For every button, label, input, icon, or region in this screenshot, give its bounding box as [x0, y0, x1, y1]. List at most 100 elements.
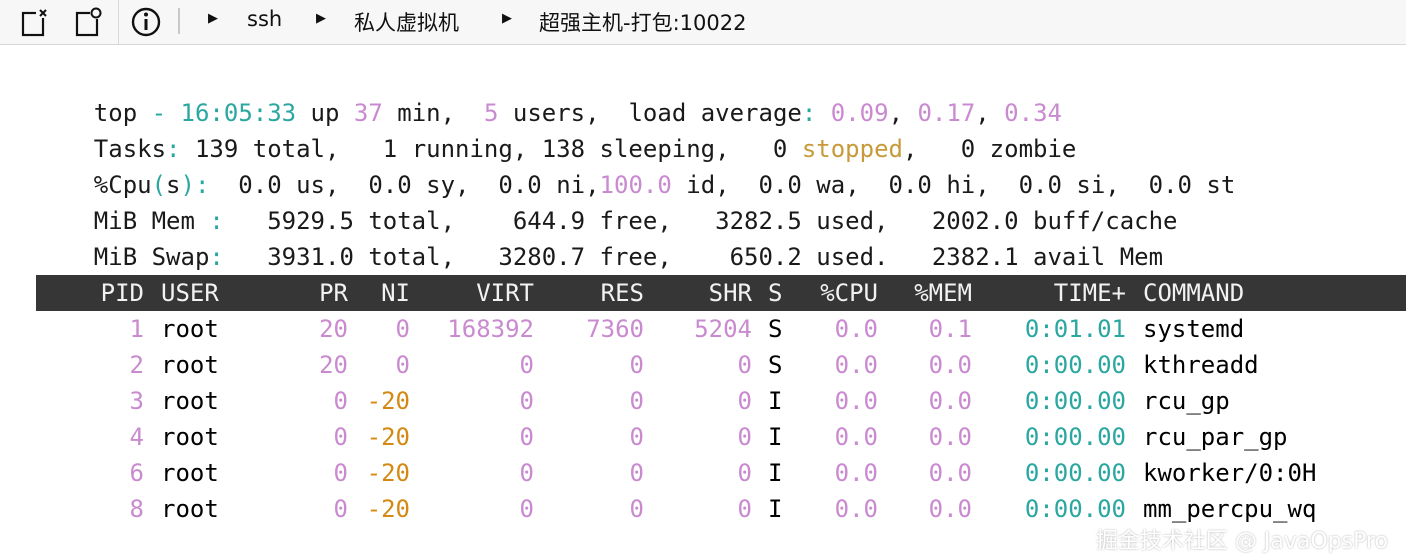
- cell-virt: 0: [519, 351, 534, 379]
- edit-close-icon: [21, 8, 48, 37]
- cell-mem: 0.0: [928, 351, 972, 379]
- table-row[interactable]: 2 root 20 0 0 0 0 S 0.0 0.0 0:00.00 kthreadd: [0, 347, 1406, 383]
- cell-cpu: 0.0: [834, 387, 878, 415]
- cell-cpu: 0.0: [834, 423, 878, 451]
- new-session-button[interactable]: [70, 4, 106, 40]
- cell-cpu: 0.0: [834, 315, 878, 343]
- cell-shr: 0: [737, 351, 752, 379]
- swap-line: MiB Swap: 3931.0 total, 3280.7 free, 650…: [36, 203, 1163, 271]
- cell-res: 0: [629, 351, 644, 379]
- cell-ni: -20: [366, 459, 410, 487]
- cell-user: root: [161, 387, 219, 415]
- header-pr[interactable]: PR: [286, 275, 348, 311]
- cell-cpu: 0.0: [834, 351, 878, 379]
- header-cpu[interactable]: %CPU: [784, 275, 878, 311]
- cell-pid: 4: [129, 423, 144, 451]
- close-session-button[interactable]: [16, 4, 52, 40]
- cell-pr: 20: [319, 315, 348, 343]
- cell-pid: 6: [129, 459, 144, 487]
- cell-ni: -20: [366, 387, 410, 415]
- table-row[interactable]: 1 root 20 0 168392 7360 5204 S 0.0 0.1 0:01.01 syst…: [0, 311, 1406, 347]
- cell-shr: 0: [737, 495, 752, 523]
- cell-pr: 0: [333, 387, 348, 415]
- play-arrow-icon: ▶: [208, 11, 218, 26]
- cell-ni: 0: [395, 315, 410, 343]
- cell-res: 0: [629, 459, 644, 487]
- cell-pr: 0: [333, 423, 348, 451]
- header-pid[interactable]: PID: [36, 275, 144, 311]
- cell-res: 7360: [586, 315, 644, 343]
- table-row[interactable]: 4 root 0 -20 0 0 0 I 0.0 0.0 0:00.00 rcu_par_gp: [0, 419, 1406, 455]
- cell-shr: 0: [737, 459, 752, 487]
- process-table-header: PID USER PR NI VIRT RES SHR S %CPU %MEM …: [36, 275, 1406, 311]
- play-arrow-icon: ▶: [316, 11, 326, 26]
- colon: :: [209, 243, 224, 271]
- cell-mem: 0.0: [928, 423, 972, 451]
- breadcrumb-item-vm[interactable]: 私人虚拟机: [354, 7, 459, 37]
- header-ni[interactable]: NI: [348, 275, 410, 311]
- cell-mem: 0.1: [928, 315, 972, 343]
- cell-ni: 0: [395, 351, 410, 379]
- table-row[interactable]: 6 root 0 -20 0 0 0 I 0.0 0.0 0:00.00 kworker/0:0H: [0, 455, 1406, 491]
- cell-command: rcu_par_gp: [1143, 423, 1288, 451]
- cell-command: mm_percpu_wq: [1143, 495, 1317, 523]
- header-virt[interactable]: VIRT: [410, 275, 534, 311]
- breadcrumb-item-host[interactable]: 超强主机-打包:10022: [539, 7, 746, 37]
- tasks-line: Tasks: 139 total, 1 running, 138 sleepin…: [36, 95, 1077, 163]
- cell-command: kworker/0:0H: [1143, 459, 1317, 487]
- cell-virt: 0: [519, 387, 534, 415]
- cell-cpu: 0.0: [834, 459, 878, 487]
- cell-pid: 2: [129, 351, 144, 379]
- header-shr[interactable]: SHR: [644, 275, 752, 311]
- new-tab-icon: [75, 7, 103, 37]
- cell-virt: 0: [519, 459, 534, 487]
- cell-cpu: 0.0: [834, 495, 878, 523]
- cell-mem: 0.0: [928, 459, 972, 487]
- table-row[interactable]: 8 root 0 -20 0 0 0 I 0.0 0.0 0:00.00 mm_percpu_wq: [0, 491, 1406, 527]
- cell-virt: 0: [519, 495, 534, 523]
- cell-user: root: [161, 459, 219, 487]
- cell-shr: 0: [737, 387, 752, 415]
- header-time[interactable]: TIME+: [972, 275, 1126, 311]
- cell-time: 0:00.00: [1024, 423, 1126, 451]
- cell-time: 0:00.00: [1024, 459, 1126, 487]
- cell-mem: 0.0: [928, 495, 972, 523]
- cell-shr: 0: [737, 423, 752, 451]
- cell-user: root: [161, 351, 219, 379]
- cell-pid: 8: [129, 495, 144, 523]
- cell-res: 0: [629, 423, 644, 451]
- cell-command: rcu_gp: [1143, 387, 1230, 415]
- cell-ni: -20: [366, 495, 410, 523]
- toolbar-left-group: [0, 0, 119, 44]
- header-command[interactable]: COMMAND: [1143, 275, 1244, 311]
- cpu-line: %Cpu(s): 0.0 us, 0.0 sy, 0.0 ni,100.0 id…: [36, 131, 1236, 199]
- toolbar-divider: [178, 8, 180, 34]
- cell-pid: 3: [129, 387, 144, 415]
- cell-mem: 0.0: [928, 387, 972, 415]
- table-row[interactable]: 3 root 0 -20 0 0 0 I 0.0 0.0 0:00.00 rcu_gp: [0, 383, 1406, 419]
- cell-command: systemd: [1143, 315, 1245, 343]
- header-user[interactable]: USER: [161, 275, 219, 311]
- info-icon: [131, 7, 161, 37]
- cell-time: 0:00.00: [1024, 387, 1126, 415]
- info-button[interactable]: [128, 4, 164, 40]
- toolbar: ▶ ssh ▶ 私人虚拟机 ▶ 超强主机-打包:10022: [0, 0, 1406, 45]
- cell-time: 0:00.00: [1024, 495, 1126, 523]
- cell-time: 0:01.01: [1024, 315, 1126, 343]
- terminal-output[interactable]: top - 16:05:33 up 37 min, 5 users, load …: [0, 45, 1406, 554]
- swap-values: 3931.0 total, 3280.7 free, 650.2 used. 2…: [223, 243, 1164, 271]
- cell-res: 0: [629, 495, 644, 523]
- cell-ni: -20: [366, 423, 410, 451]
- header-s[interactable]: S: [768, 275, 782, 311]
- swap-label: MiB Swap: [93, 243, 210, 271]
- cell-user: root: [161, 495, 219, 523]
- header-res[interactable]: RES: [534, 275, 644, 311]
- breadcrumb-item-ssh[interactable]: ssh: [247, 7, 282, 31]
- cell-virt: 0: [519, 423, 534, 451]
- cell-pr: 0: [333, 495, 348, 523]
- cell-user: root: [161, 423, 219, 451]
- cell-virt: 168392: [447, 315, 534, 343]
- mem-line: MiB Mem : 5929.5 total, 644.9 free, 3282…: [36, 167, 1178, 235]
- cell-pid: 1: [129, 315, 144, 343]
- header-mem[interactable]: %MEM: [878, 275, 972, 311]
